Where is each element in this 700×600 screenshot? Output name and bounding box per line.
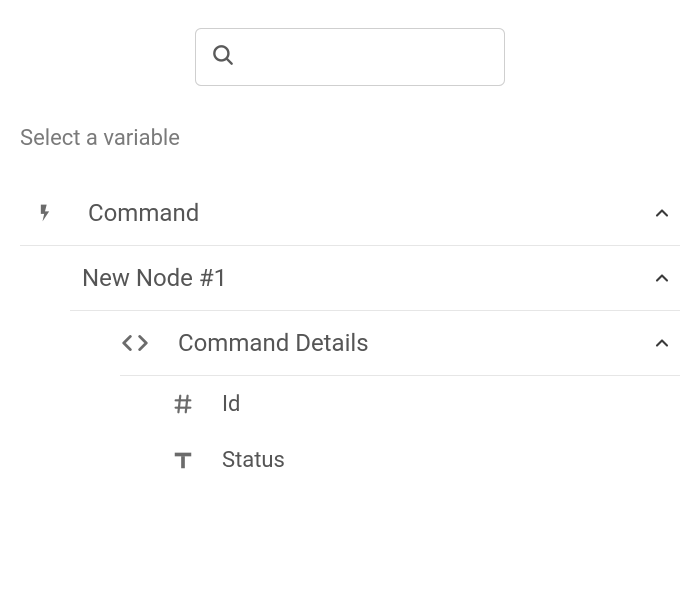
section-label: Select a variable [20, 126, 680, 181]
hash-icon [168, 393, 198, 415]
tree-item-label: Command [60, 199, 650, 227]
search-wrapper [20, 0, 680, 126]
tree-item-label: Command Details [150, 329, 650, 357]
chevron-up-icon [650, 203, 680, 223]
variable-picker-panel: Select a variable Command New Node #1 [0, 0, 700, 488]
variable-item-id[interactable]: Id [20, 376, 680, 432]
tree-item-label: New Node #1 [70, 264, 650, 292]
tree-item-command[interactable]: Command [20, 181, 680, 245]
search-icon [210, 42, 236, 72]
chevron-up-icon [650, 268, 680, 288]
search-box[interactable] [195, 28, 505, 86]
variable-item-label: Id [198, 392, 680, 417]
variable-item-label: Status [198, 448, 680, 473]
code-icon [120, 331, 150, 355]
tree-item-command-details[interactable]: Command Details [20, 311, 680, 375]
lightning-icon [30, 199, 60, 227]
text-icon [168, 449, 198, 471]
search-input[interactable] [246, 47, 490, 68]
chevron-up-icon [650, 333, 680, 353]
tree-item-node1[interactable]: New Node #1 [20, 246, 680, 310]
variable-item-status[interactable]: Status [20, 432, 680, 488]
